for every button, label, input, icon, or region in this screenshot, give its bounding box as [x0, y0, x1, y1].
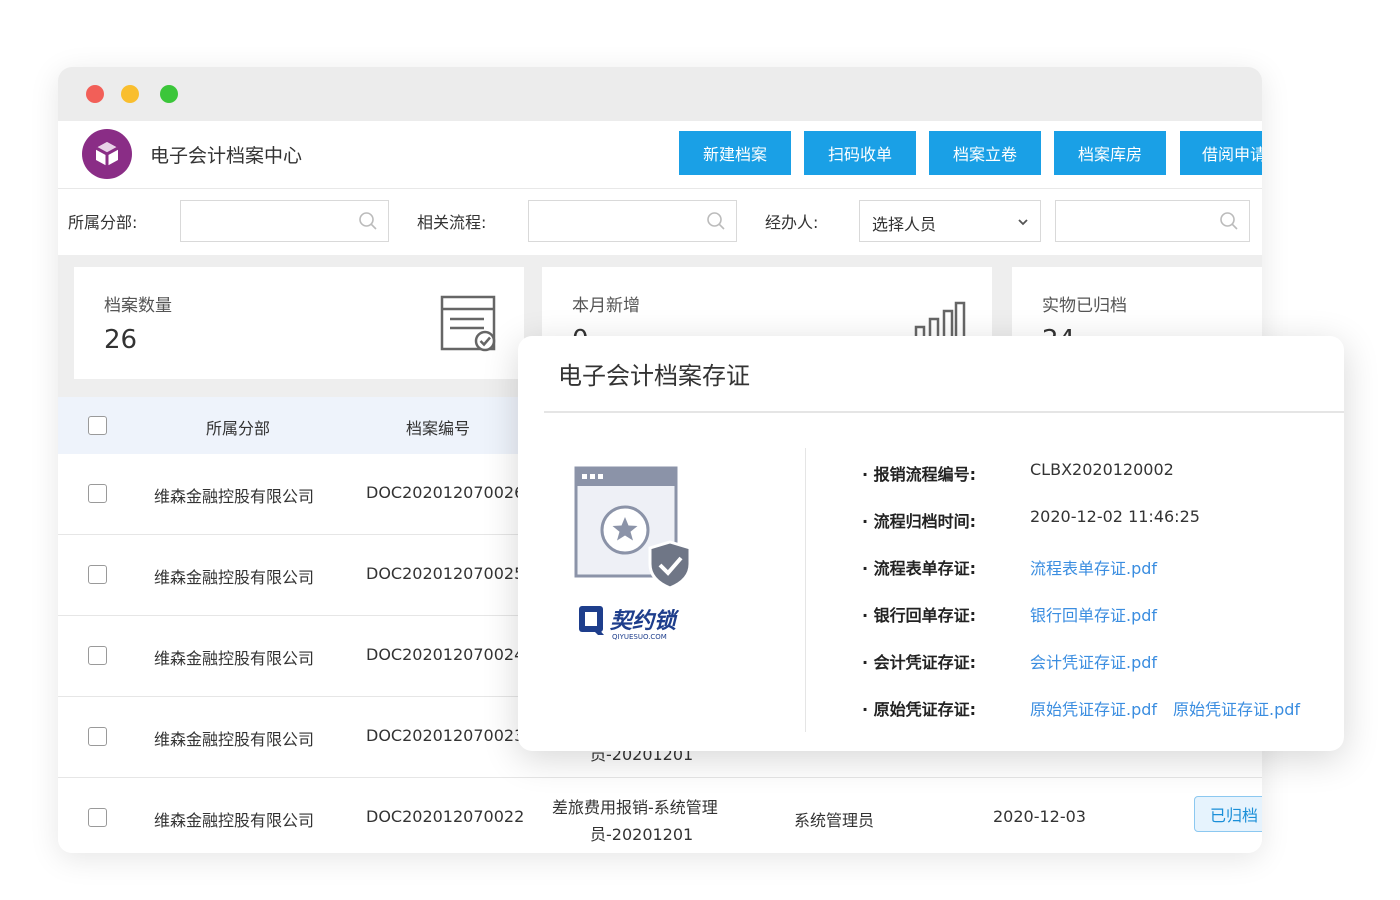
app-logo [82, 129, 132, 179]
scan-receipt-button[interactable]: 扫码收单 [804, 131, 916, 175]
filter-bar: 所属分部: 相关流程: 经办人: 选择人员 [58, 189, 1262, 255]
archive-time-value: 2020-12-02 11:46:25 [1030, 507, 1200, 526]
field-label-claim-number: · 报销流程编号: [862, 465, 977, 484]
row-checkbox[interactable] [88, 646, 107, 665]
search-icon [707, 212, 725, 230]
close-window-button[interactable] [86, 85, 104, 103]
division-filter-label: 所属分部: [68, 213, 138, 232]
field-label-original-voucher: · 原始凭证存证: [862, 700, 977, 719]
search-icon [359, 212, 377, 230]
modal-title: 电子会计档案存证 [558, 362, 750, 390]
svg-text:QIYUESUO.COM: QIYUESUO.COM [612, 633, 667, 641]
doc-number-cell: DOC202012070022 [366, 807, 525, 826]
doc-number-cell: DOC202012070025 [366, 564, 525, 583]
doc-number-cell: DOC202012070024 [366, 645, 525, 664]
app-header: 电子会计档案中心 新建档案 扫码收单 档案立卷 档案库房 借阅申请 [58, 121, 1262, 189]
handler-select[interactable]: 选择人员 [859, 200, 1041, 242]
handler-filter-label: 经办人: [765, 213, 819, 232]
svg-text:契约锁: 契约锁 [610, 608, 680, 634]
search-icon [1220, 212, 1238, 230]
division-cell: 维森金融控股有限公司 [154, 568, 315, 587]
cube-icon [95, 142, 119, 166]
original-voucher-pdf-link[interactable]: 原始凭证存证.pdf [1030, 696, 1157, 720]
stat-label: 实物已归档 [1042, 296, 1127, 316]
row-checkbox[interactable] [88, 565, 107, 584]
division-cell: 维森金融控股有限公司 [154, 811, 315, 830]
row-checkbox[interactable] [88, 727, 107, 746]
accounting-voucher-pdf-link[interactable]: 会计凭证存证.pdf [1030, 649, 1157, 673]
archive-certificate-modal: 电子会计档案存证 契约锁 QIYUESUO.COM · 报销流程编号: CLBX… [518, 336, 1344, 751]
division-cell: 维森金融控股有限公司 [154, 649, 315, 668]
process-cell-line1: 差旅费用报销-系统管理 [552, 798, 718, 817]
secure-document-icon [574, 466, 692, 590]
stat-label: 档案数量 [104, 296, 172, 316]
date-cell: 2020-12-03 [993, 807, 1086, 826]
handler-select-value: 选择人员 [872, 215, 937, 234]
process-form-pdf-link[interactable]: 流程表单存证.pdf [1030, 555, 1157, 579]
division-cell: 维森金融控股有限公司 [154, 730, 315, 749]
qiyuesuo-logo-mark: 契约锁 QIYUESUO.COM [579, 606, 680, 641]
archive-filing-button[interactable]: 档案立卷 [929, 131, 1041, 175]
row-checkbox[interactable] [88, 484, 107, 503]
table-row[interactable]: 维森金融控股有限公司 DOC202012070022 差旅费用报销-系统管理 员… [58, 778, 1262, 853]
claim-number-value: CLBX2020120002 [1030, 460, 1174, 479]
status-badge: 已归档 [1194, 796, 1262, 832]
division-search-input[interactable] [180, 200, 389, 242]
field-label-bank-receipt: · 银行回单存证: [862, 606, 977, 625]
field-label-process-form: · 流程表单存证: [862, 559, 977, 578]
archive-warehouse-button[interactable]: 档案库房 [1054, 131, 1166, 175]
process-search-input[interactable] [528, 200, 737, 242]
column-header-doc-number: 档案编号 [406, 419, 471, 438]
modal-divider [544, 411, 1344, 413]
keyword-search-input[interactable] [1055, 200, 1250, 242]
modal-column-divider [805, 448, 806, 732]
minimize-window-button[interactable] [121, 85, 139, 103]
qiyuesuo-logo: 契约锁 QIYUESUO.COM [578, 602, 690, 646]
stat-label: 本月新增 [572, 296, 640, 316]
division-cell: 维森金融控股有限公司 [154, 487, 315, 506]
row-checkbox[interactable] [88, 808, 107, 827]
column-header-division: 所属分部 [206, 419, 271, 438]
maximize-window-button[interactable] [160, 85, 178, 103]
handler-cell: 系统管理员 [794, 811, 875, 830]
document-check-icon [440, 295, 496, 352]
doc-number-cell: DOC202012070023 [366, 726, 525, 745]
chevron-down-icon [1018, 219, 1028, 226]
borrow-request-button[interactable]: 借阅申请 [1180, 131, 1262, 175]
field-label-accounting-voucher: · 会计凭证存证: [862, 653, 977, 672]
window-titlebar [58, 67, 1262, 121]
bank-receipt-pdf-link[interactable]: 银行回单存证.pdf [1030, 602, 1157, 626]
new-archive-button[interactable]: 新建档案 [679, 131, 791, 175]
select-all-checkbox[interactable] [88, 416, 107, 435]
app-title: 电子会计档案中心 [150, 145, 303, 167]
process-cell-line2: 员-20201201 [590, 825, 694, 844]
stat-value: 26 [104, 325, 138, 355]
process-filter-label: 相关流程: [417, 213, 487, 232]
doc-number-cell: DOC202012070026 [366, 483, 525, 502]
field-label-archive-time: · 流程归档时间: [862, 512, 977, 531]
stat-card-archive-count: 档案数量 26 [74, 267, 524, 379]
original-voucher-pdf-link-2[interactable]: 原始凭证存证.pdf [1173, 696, 1300, 720]
